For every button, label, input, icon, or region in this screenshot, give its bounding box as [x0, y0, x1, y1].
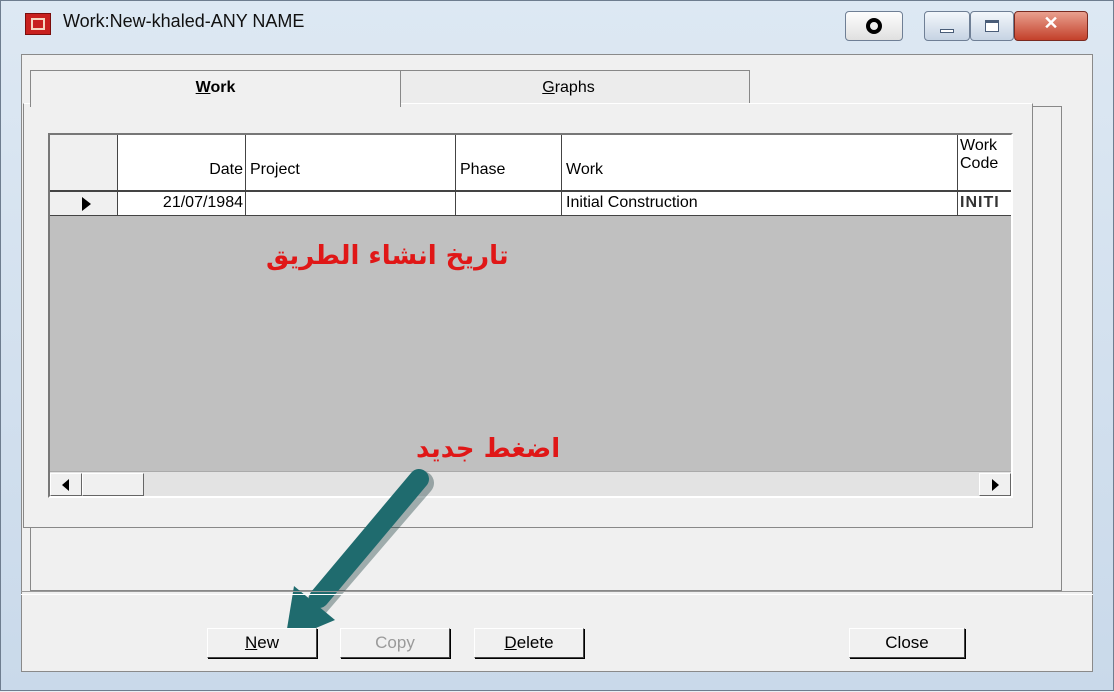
new-button-label: ew [257, 633, 279, 652]
delete-button-label: elete [516, 633, 554, 652]
delete-button[interactable]: Delete [474, 628, 584, 658]
work-window: Work:New-khaled-ANY NAME ✕ Work Graphs H… [0, 0, 1114, 691]
new-button[interactable]: New [207, 628, 317, 658]
tab-work-label: ork [210, 79, 236, 96]
tab-work[interactable]: Work [30, 70, 401, 107]
button-separator [21, 591, 1093, 595]
new-button-mnemonic: N [244, 633, 258, 652]
tab-work-mnemonic: W [195, 79, 211, 96]
close-button[interactable]: Close [849, 628, 965, 658]
copy-button[interactable]: Copy [340, 628, 450, 658]
delete-button-mnemonic: D [504, 633, 517, 652]
